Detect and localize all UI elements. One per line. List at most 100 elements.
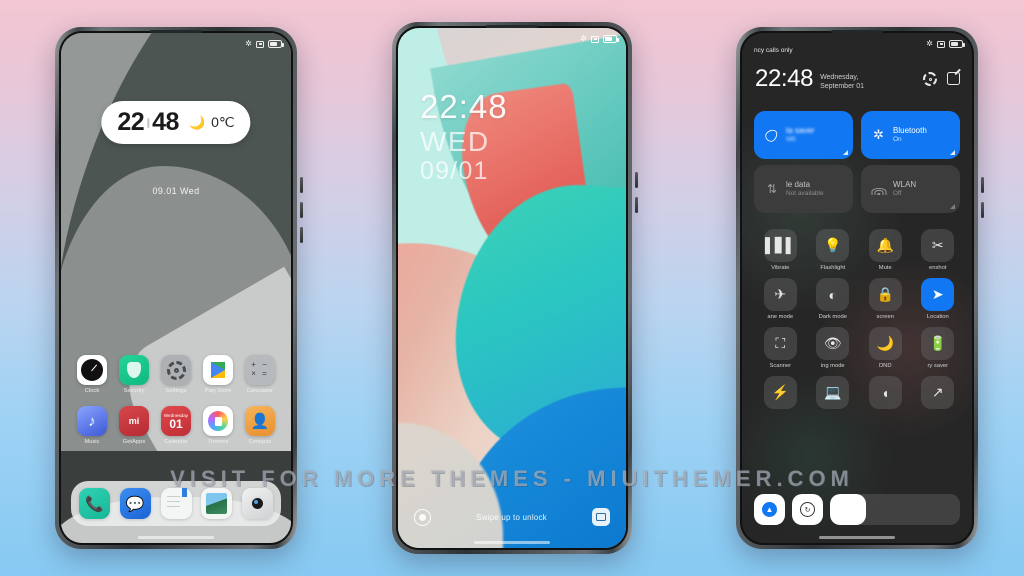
message-bubble-icon[interactable]: 💬 <box>119 488 151 519</box>
app-row-2: ♪ Music mi GetApps Wednesday 01 Calendar <box>73 406 279 445</box>
tile-bluetooth[interactable]: ✲ Bluetooth On <box>861 111 960 159</box>
camera-icon[interactable] <box>242 488 273 519</box>
resize-icon: ↗ <box>921 376 955 409</box>
notes-icon[interactable] <box>160 488 192 519</box>
time-separator <box>147 117 150 128</box>
toggle-battery-saver[interactable]: 🔋 ry saver <box>912 327 965 369</box>
vibrate-icon: ▌▋▌ <box>763 229 797 262</box>
toggle-contrast[interactable]: ◖ <box>859 376 912 412</box>
lock-icon: 🔒 <box>868 278 902 311</box>
app-label: Themes <box>207 439 229 445</box>
status-icons: ✲ <box>580 35 619 43</box>
contrast-icon: ◖ <box>868 376 902 409</box>
gallery-icon[interactable] <box>201 488 233 519</box>
lock-weekday: WED <box>420 126 490 157</box>
lock-bottom-bar: Swipe up to unlock <box>398 508 626 526</box>
toggle-vibrate[interactable]: ▌▋▌ Vibrate <box>754 229 807 271</box>
toggle-mute[interactable]: 🔔 Mute <box>859 229 912 271</box>
themes-icon <box>203 406 233 436</box>
toggle-label: ing mode <box>820 363 845 369</box>
toggle-flashlight[interactable]: 💡 Flashlight <box>807 229 860 271</box>
widget-time: 22 48 <box>117 108 179 137</box>
app-shortcut-blue-icon[interactable]: ▲ <box>754 494 785 525</box>
camera-icon[interactable] <box>592 508 610 526</box>
side-button-3[interactable] <box>300 227 303 243</box>
calendar-icon: Wednesday 01 <box>161 406 191 436</box>
app-shortcut-dark-icon[interactable]: ↻ <box>792 494 823 525</box>
phone-icon[interactable]: 📞 <box>79 488 110 519</box>
toggle-scanner[interactable]: ⛶ Scanner <box>754 327 807 369</box>
edit-icon[interactable] <box>947 72 960 85</box>
app-calendar[interactable]: Wednesday 01 Calendar <box>157 406 195 445</box>
phone-bezel: ncy calls only ✲ 22:48 Wednesday, Septem… <box>740 30 974 545</box>
app-play-store[interactable]: Play Store <box>199 355 237 394</box>
toggle-grid: ▌▋▌ Vibrate 💡 Flashlight 🔔 Mute ✂ enshot… <box>754 229 964 412</box>
toggle-reading-mode[interactable]: 👁 ing mode <box>807 327 860 369</box>
moon-icon: 🌙 <box>188 114 206 130</box>
big-tiles-row-2: ⇅ le data Not available WLAN Off <box>754 165 960 213</box>
toggle-airplane-mode[interactable]: ✈ ane mode <box>754 278 807 320</box>
gear-icon[interactable] <box>923 72 937 86</box>
toggle-location[interactable]: ➤ Location <box>912 278 965 320</box>
battery-icon <box>603 35 619 43</box>
expand-corner-icon[interactable] <box>950 204 955 209</box>
flashlight-ring-icon[interactable] <box>414 508 431 526</box>
app-music[interactable]: ♪ Music <box>73 406 111 445</box>
tile-title: Bluetooth <box>893 125 927 135</box>
app-getapps[interactable]: mi GetApps <box>115 406 153 445</box>
getapps-icon: mi <box>119 406 149 436</box>
gear-icon <box>161 355 191 385</box>
battery-icon <box>268 40 284 48</box>
widget-temperature: 0℃ <box>211 114 235 130</box>
app-calculator[interactable]: + − × = Calculator <box>241 355 279 394</box>
side-button-2[interactable] <box>635 197 638 213</box>
expand-corner-icon[interactable] <box>843 150 848 155</box>
app-settings[interactable]: Settings <box>157 355 195 394</box>
shield-icon <box>119 355 149 385</box>
side-button-2[interactable] <box>300 202 303 218</box>
scanner-icon: ⛶ <box>763 327 797 360</box>
battery-saver-icon: 🔋 <box>921 327 955 360</box>
clock-icon <box>77 355 107 385</box>
toggle-lightning[interactable]: ⚡ <box>754 376 807 412</box>
toggle-screenshot[interactable]: ✂ enshot <box>912 229 965 271</box>
home-indicator[interactable] <box>474 541 550 544</box>
cast-icon: 💻 <box>816 376 850 409</box>
side-button-1[interactable] <box>635 172 638 188</box>
tile-title: le data <box>786 179 811 189</box>
toggle-dark-mode[interactable]: ◐ Dark mode <box>807 278 860 320</box>
app-contacts[interactable]: 👤 Contacts <box>241 406 279 445</box>
side-button-1[interactable] <box>981 177 984 193</box>
app-label: Play Store <box>204 388 232 394</box>
brightness-slider[interactable] <box>830 494 960 525</box>
play-store-icon <box>203 355 233 385</box>
app-label: Clock <box>84 388 100 394</box>
app-row-1: Clock Security Settings Play Store + − ×… <box>73 355 279 394</box>
app-label: Contacts <box>248 439 272 445</box>
side-button-1[interactable] <box>300 177 303 193</box>
toggle-cast[interactable]: 💻 <box>807 376 860 412</box>
status-icons: ✲ <box>245 40 284 48</box>
phone-bezel: ✲ 22:48 WED 09/01 Swipe up to unlock <box>396 25 628 550</box>
home-indicator[interactable] <box>138 536 214 539</box>
cc-date: Wednesday, September 01 <box>820 73 864 92</box>
app-label: Security <box>123 388 145 394</box>
toggle-label: Flashlight <box>820 265 846 271</box>
tile-mobile-data[interactable]: ⇅ le data Not available <box>754 165 853 213</box>
expand-corner-icon[interactable] <box>950 150 955 155</box>
airplane-icon: ✈ <box>763 278 797 311</box>
clock-weather-widget[interactable]: 22 48 🌙 0℃ <box>101 101 251 144</box>
toggle-resize[interactable]: ↗ <box>912 376 965 412</box>
side-button-2[interactable] <box>981 202 984 218</box>
app-themes[interactable]: Themes <box>199 406 237 445</box>
app-security[interactable]: Security <box>115 355 153 394</box>
water-drop-icon <box>763 128 780 143</box>
app-clock[interactable]: Clock <box>73 355 111 394</box>
toggle-lock-screen[interactable]: 🔒 screen <box>859 278 912 320</box>
home-indicator[interactable] <box>819 536 895 539</box>
tile-wlan[interactable]: WLAN Off <box>861 165 960 213</box>
tile-data-saver[interactable]: ta saver MB <box>754 111 853 159</box>
toggle-label: enshot <box>929 265 947 271</box>
alarm-icon <box>937 40 945 48</box>
toggle-dnd[interactable]: 🌙 DND <box>859 327 912 369</box>
